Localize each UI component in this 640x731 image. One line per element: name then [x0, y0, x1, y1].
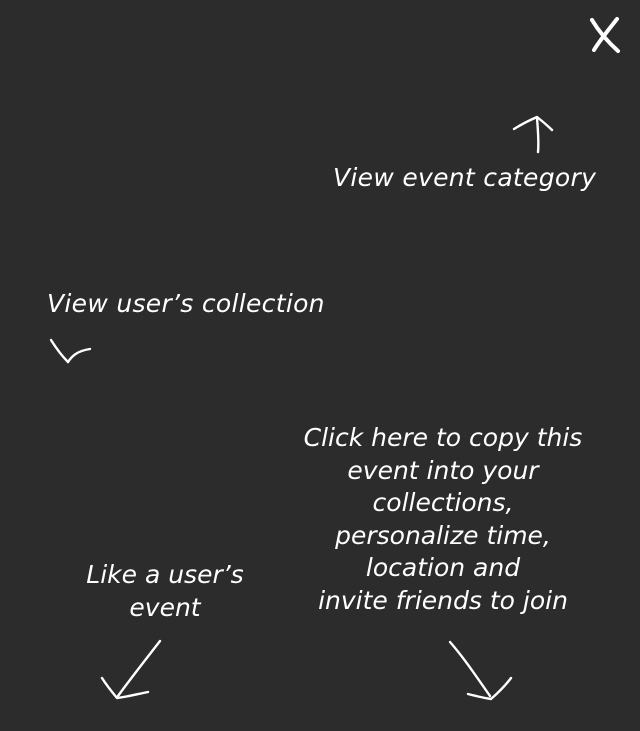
- arrow-down-icon: [49, 338, 92, 364]
- hint-user-collection: View user’s collection: [47, 289, 325, 318]
- hint-event-category: View event category: [333, 163, 597, 192]
- hint-copy-line: collections,: [372, 488, 514, 517]
- hint-copy-event: Click here to copy this event into your …: [283, 422, 603, 617]
- arrow-down-left-icon: [100, 639, 162, 700]
- hint-like-line: Like a user’s: [86, 560, 244, 589]
- hint-like-line: event: [129, 592, 201, 622]
- hint-copy-line: invite friends to join: [318, 585, 568, 615]
- hint-copy-line: location and: [365, 553, 521, 582]
- close-icon: [590, 17, 620, 53]
- hint-copy-line: event into your: [347, 455, 539, 485]
- hint-like-event: Like a user’s event: [70, 559, 260, 624]
- arrow-up-icon: [512, 115, 554, 154]
- close-button[interactable]: [584, 14, 626, 56]
- arrow-down-right-icon: [448, 640, 513, 701]
- hint-copy-line: personalize time,: [335, 520, 551, 550]
- hint-copy-line: Click here to copy this: [303, 423, 583, 452]
